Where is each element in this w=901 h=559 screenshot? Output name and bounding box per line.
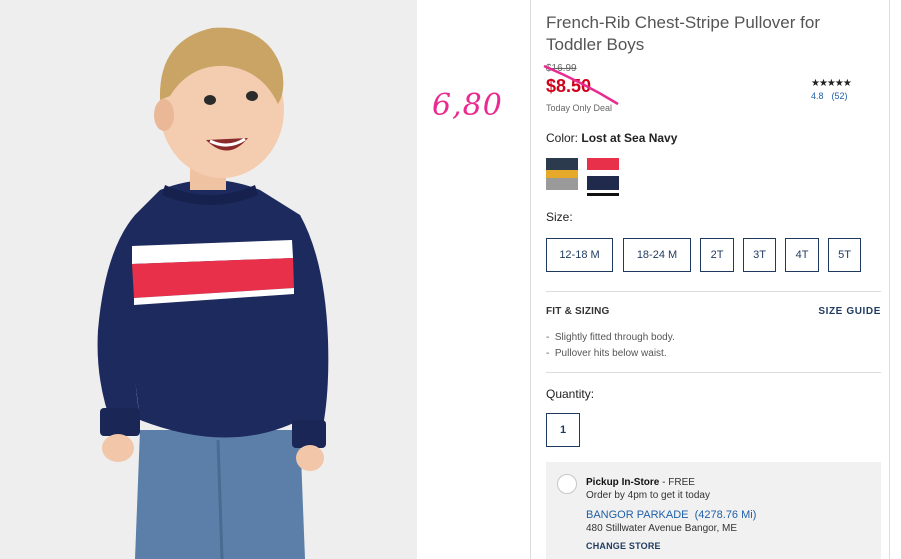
swatch-navy-yellow-graphic <box>546 158 578 190</box>
size-label: Size: <box>546 210 573 224</box>
selected-color-name: Lost at Sea Navy <box>581 131 678 145</box>
size-option-12-18m[interactable]: 12-18 M <box>546 238 613 272</box>
star-rating-icon: ★★★★★ <box>811 78 852 89</box>
store-name: BANGOR PARKADE <box>586 509 689 521</box>
pickup-order-by: Order by 4pm to get it today <box>586 490 710 501</box>
swatch-lost-at-sea-navy-graphic <box>587 158 619 190</box>
product-details-panel: French-Rib Chest-Stripe Pullover for Tod… <box>530 0 890 559</box>
size-option-4t[interactable]: 4T <box>785 238 819 272</box>
product-image <box>0 0 417 559</box>
pickup-in-store-option[interactable]: Pickup In-Store - FREE Order by 4pm to g… <box>546 462 881 559</box>
change-store-link[interactable]: CHANGE STORE <box>586 540 756 553</box>
fit-details-list: - Slightly fitted through body. - Pullov… <box>546 330 675 362</box>
color-label: Color: <box>546 131 579 145</box>
rating-widget[interactable]: ★★★★★ 4.8 (52) <box>811 78 881 101</box>
color-selection: Color: Lost at Sea Navy <box>546 131 677 145</box>
deal-label: Today Only Deal <box>546 103 613 113</box>
size-option-5t[interactable]: 5T <box>828 238 861 272</box>
color-swatch-lost-at-sea-navy[interactable] <box>587 158 619 190</box>
size-option-2t[interactable]: 2T <box>700 238 734 272</box>
size-guide-link[interactable]: SIZE GUIDE <box>818 306 881 317</box>
quantity-selector[interactable]: 1 <box>546 413 580 447</box>
pickup-title: Pickup In-Store <box>586 477 660 488</box>
store-name-row[interactable]: BANGOR PARKADE (4278.76 Mi) <box>586 509 756 522</box>
pickup-details: Pickup In-Store - FREE Order by 4pm to g… <box>586 476 756 553</box>
divider <box>546 291 881 292</box>
handwritten-price-note: 6,80 <box>432 88 503 123</box>
pickup-free-label: - FREE <box>659 477 695 488</box>
quantity-label: Quantity: <box>546 387 595 401</box>
selected-swatch-indicator <box>587 193 619 196</box>
product-title: French-Rib Chest-Stripe Pullover for Tod… <box>546 13 820 54</box>
pickup-title-row: Pickup In-Store - FREE <box>586 476 756 489</box>
rating-summary[interactable]: 4.8 (52) <box>811 91 881 101</box>
size-option-3t[interactable]: 3T <box>743 238 776 272</box>
review-count: (52) <box>831 91 848 101</box>
color-swatch-navy-yellow[interactable] <box>546 158 578 190</box>
pickup-radio-button[interactable] <box>557 474 577 494</box>
divider <box>546 372 881 373</box>
store-distance: (4278.76 Mi) <box>694 509 757 521</box>
fit-detail-item: - Slightly fitted through body. <box>546 332 675 343</box>
fit-sizing-title: FIT & SIZING <box>546 306 610 317</box>
size-option-18-24m[interactable]: 18-24 M <box>623 238 691 272</box>
store-address: 480 Stillwater Avenue Bangor, ME <box>586 523 738 534</box>
fit-detail-item: - Pullover hits below waist. <box>546 348 667 359</box>
rating-score: 4.8 <box>811 91 824 101</box>
handwritten-strikethrough <box>543 64 619 106</box>
product-photo-illustration <box>0 0 417 559</box>
